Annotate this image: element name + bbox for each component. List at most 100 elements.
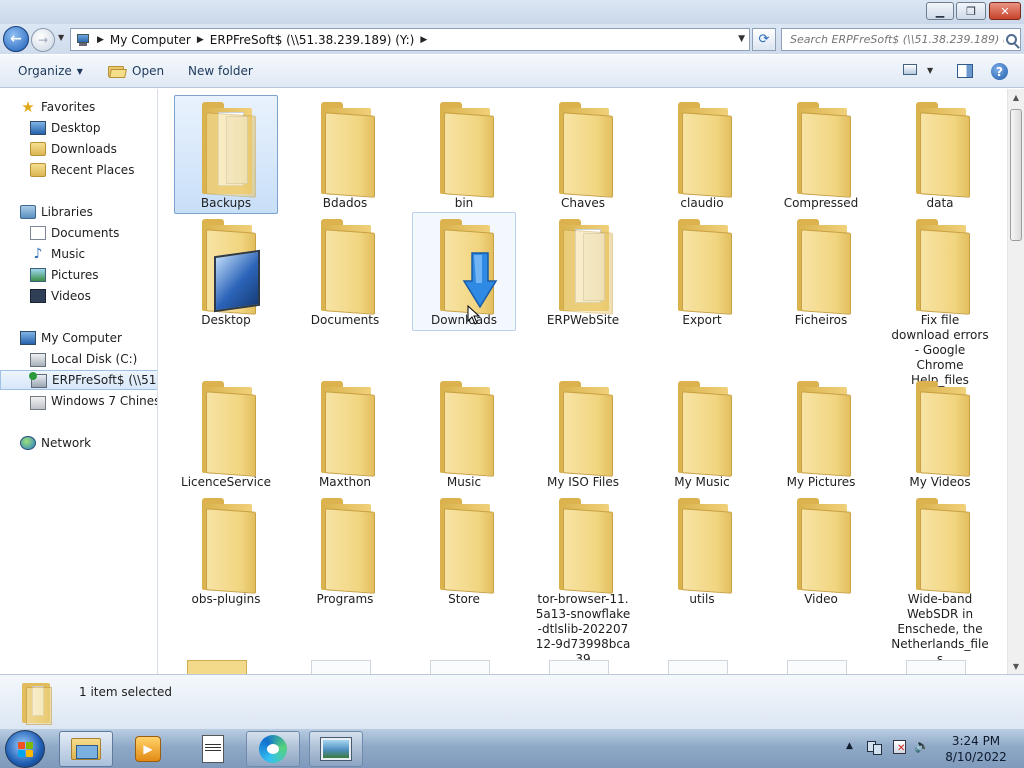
- maximize-button[interactable]: ❐: [956, 2, 986, 20]
- partial-file-icon[interactable]: [668, 660, 728, 674]
- folder-item[interactable]: data: [888, 95, 992, 214]
- folder-item[interactable]: My Pictures: [769, 374, 873, 493]
- folder-item[interactable]: Chaves: [531, 95, 635, 214]
- folder-item[interactable]: tor-browser-11.5a13-snowflake-dtlslib-20…: [531, 491, 635, 670]
- nav-videos[interactable]: Videos: [0, 286, 157, 306]
- folder-item[interactable]: My Music: [650, 374, 754, 493]
- open-button[interactable]: Open: [108, 64, 164, 78]
- nav-my-computer[interactable]: My Computer: [0, 328, 157, 348]
- nav-windows7-chinese[interactable]: Windows 7 Chinese: [0, 391, 157, 411]
- back-button[interactable]: ←: [3, 26, 29, 52]
- folder-label: LicenceService: [181, 475, 271, 489]
- partial-file-icon[interactable]: [549, 660, 609, 674]
- search-input[interactable]: [790, 33, 1004, 46]
- folder-label: Store: [448, 592, 480, 606]
- system-clock[interactable]: 3:24 PM 8/10/2022: [936, 733, 1016, 765]
- folder-item[interactable]: Store: [412, 491, 516, 610]
- vertical-scrollbar[interactable]: ▲ ▼: [1007, 89, 1024, 674]
- taskbar-explorer[interactable]: [59, 731, 113, 767]
- folder-item-backups[interactable]: Backups: [174, 95, 278, 214]
- folder-item[interactable]: ERPWebSite: [531, 212, 635, 331]
- folder-item[interactable]: utils: [650, 491, 754, 610]
- folder-item[interactable]: Fix file download errors - Google Chrome…: [888, 212, 992, 391]
- folder-item[interactable]: Maxthon: [293, 374, 397, 493]
- folder-icon: [313, 379, 377, 477]
- search-box[interactable]: [781, 28, 1021, 51]
- preview-pane-icon[interactable]: [957, 64, 973, 78]
- open-label: Open: [132, 64, 165, 78]
- nav-pictures[interactable]: Pictures: [0, 265, 157, 285]
- partial-file-icon[interactable]: [430, 660, 490, 674]
- scroll-up-icon[interactable]: ▲: [1008, 89, 1024, 105]
- network-status-icon[interactable]: [866, 739, 882, 755]
- chevron-right-icon[interactable]: ▶: [420, 35, 427, 45]
- nav-label: Downloads: [51, 142, 117, 156]
- start-button[interactable]: [5, 730, 45, 768]
- breadcrumb-erp-drive[interactable]: ERPFreSoft$ (\\51.38.239.189) (Y:): [210, 33, 415, 47]
- command-bar: Organize ▼ Open New folder: [0, 55, 1024, 88]
- views-dropdown[interactable]: ▼: [927, 66, 933, 75]
- show-hidden-icons-button[interactable]: ▲: [846, 741, 853, 751]
- taskbar-photo-viewer[interactable]: [309, 731, 363, 767]
- file-list[interactable]: Backups Bdados bin Chaves claudio Compre…: [159, 89, 1007, 674]
- breadcrumb-my-computer[interactable]: My Computer: [110, 33, 191, 47]
- folder-item[interactable]: Video: [769, 491, 873, 610]
- partial-file-icon[interactable]: [311, 660, 371, 674]
- refresh-button[interactable]: ⟳: [752, 28, 776, 51]
- folder-item[interactable]: Music: [412, 374, 516, 493]
- folder-item[interactable]: My ISO Files: [531, 374, 635, 493]
- address-history-dropdown[interactable]: ▼: [738, 34, 745, 44]
- nav-downloads[interactable]: Downloads: [0, 139, 157, 159]
- chevron-down-icon: ▼: [76, 66, 83, 76]
- taskbar-edge[interactable]: [246, 731, 300, 767]
- folder-item[interactable]: Ficheiros: [769, 212, 873, 331]
- chevron-right-icon[interactable]: ▶: [97, 35, 104, 45]
- scroll-down-icon[interactable]: ▼: [1008, 658, 1024, 674]
- nav-favorites[interactable]: ★ Favorites: [0, 97, 157, 117]
- nav-network[interactable]: Network: [0, 433, 157, 453]
- folder-item[interactable]: Export: [650, 212, 754, 331]
- volume-icon[interactable]: 🔈: [914, 739, 930, 755]
- change-view-icon[interactable]: [903, 64, 917, 75]
- folder-item[interactable]: Programs: [293, 491, 397, 610]
- address-box[interactable]: ▶ My Computer ▶ ERPFreSoft$ (\\51.38.239…: [70, 28, 750, 51]
- nav-desktop[interactable]: Desktop: [0, 118, 157, 138]
- partial-file-icon[interactable]: [787, 660, 847, 674]
- recent-pages-dropdown[interactable]: ▼: [58, 33, 64, 42]
- help-icon[interactable]: ?: [991, 63, 1008, 80]
- folder-item[interactable]: bin: [412, 95, 516, 214]
- scroll-thumb[interactable]: [1010, 109, 1022, 241]
- partial-file-icon[interactable]: [906, 660, 966, 674]
- nav-recent-places[interactable]: Recent Places: [0, 160, 157, 180]
- folder-item[interactable]: obs-plugins: [174, 491, 278, 610]
- nav-documents[interactable]: Documents: [0, 223, 157, 243]
- search-icon[interactable]: [1006, 34, 1017, 45]
- taskbar-notepad[interactable]: [186, 731, 240, 767]
- folder-item[interactable]: Bdados: [293, 95, 397, 214]
- folder-item-downloads[interactable]: Downloads: [412, 212, 516, 331]
- nav-erp-drive[interactable]: ERPFreSoft$ (\\51.38.239.189) (Y:): [0, 370, 157, 390]
- nav-label: Network: [41, 436, 92, 450]
- folder-item[interactable]: LicenceService: [174, 374, 278, 493]
- action-center-icon[interactable]: [891, 739, 907, 755]
- new-folder-button[interactable]: New folder: [188, 64, 253, 78]
- folder-item[interactable]: claudio: [650, 95, 754, 214]
- nav-music[interactable]: ♪ Music: [0, 244, 157, 264]
- folder-label: tor-browser-11.5a13-snowflake-dtlslib-20…: [535, 592, 631, 666]
- partial-folder-icon[interactable]: [187, 660, 247, 674]
- nav-libraries[interactable]: Libraries: [0, 202, 157, 222]
- nav-label: Documents: [51, 226, 120, 240]
- chevron-right-icon[interactable]: ▶: [197, 35, 204, 45]
- folder-item[interactable]: Wide-band WebSDR in Enschede, the Nether…: [888, 491, 992, 670]
- minimize-button[interactable]: ▁: [926, 2, 954, 20]
- folder-item[interactable]: Documents: [293, 212, 397, 331]
- forward-button[interactable]: →: [31, 28, 55, 52]
- organize-button[interactable]: Organize ▼: [18, 64, 83, 78]
- downloads-folder-icon: [30, 142, 46, 156]
- folder-item[interactable]: Desktop: [174, 212, 278, 331]
- close-button[interactable]: ✕: [989, 2, 1021, 20]
- folder-item[interactable]: Compressed: [769, 95, 873, 214]
- taskbar-media-player[interactable]: ▶: [121, 731, 175, 767]
- folder-item[interactable]: My Videos: [888, 374, 992, 493]
- nav-local-disk[interactable]: Local Disk (C:): [0, 349, 157, 369]
